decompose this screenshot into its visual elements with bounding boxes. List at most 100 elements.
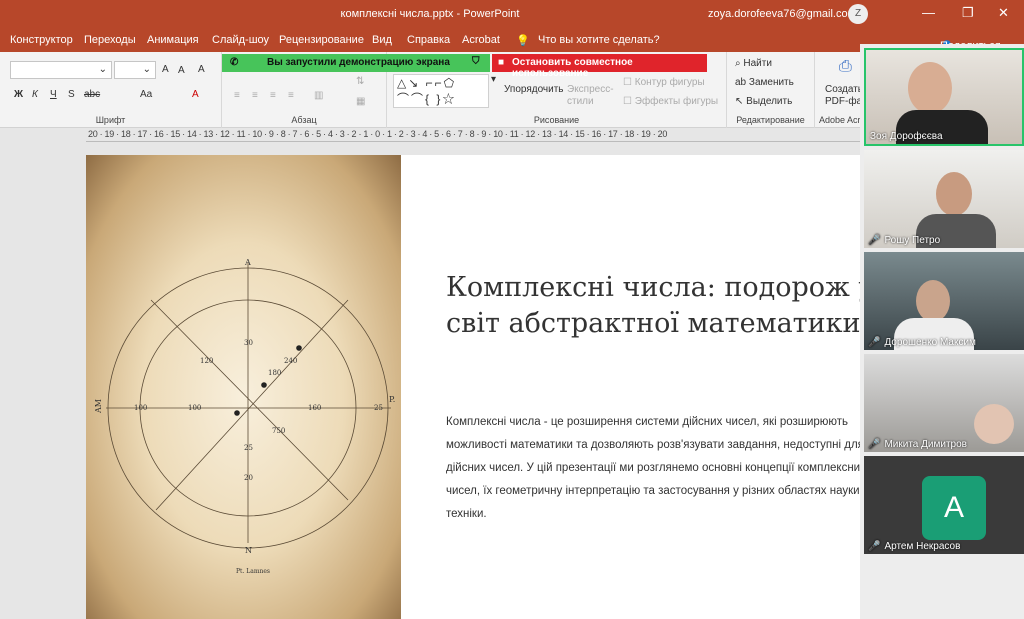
phone-icon: ✆ <box>230 57 239 68</box>
minimize-button[interactable]: — <box>922 5 935 20</box>
label-100-mid: 100 <box>188 404 201 412</box>
participant-name: 🎤 Артем Некрасов <box>868 541 961 552</box>
tell-me-search[interactable]: Что вы хотите сделать? <box>538 34 660 46</box>
pdf-icon[interactable]: ⎙ <box>839 58 852 76</box>
label-left: AM <box>94 399 103 414</box>
gallery-scroll-icon[interactable]: ▾ <box>491 74 496 85</box>
label-180: 180 <box>268 369 281 377</box>
diagonal-line-a <box>150 299 349 501</box>
shape-effects-button[interactable]: ☐ Эффекты фигуры <box>623 96 718 107</box>
align-left-icon[interactable]: ≡ <box>234 90 240 101</box>
slide-body[interactable]: Комплексні числа - це розширення системи… <box>446 411 901 526</box>
mic-muted-icon: 🎤 <box>868 541 881 552</box>
participant-avatar: A <box>922 476 986 540</box>
underline-button[interactable]: Ч <box>50 89 57 100</box>
slide-title[interactable]: Комплексні числа: подорож у світ абстрак… <box>446 270 925 342</box>
effects-icon: ☐ <box>623 96 635 107</box>
create-pdf-label: PDF-фа <box>825 96 863 107</box>
stop-sharing-label: Остановить совместное использование <box>512 57 633 79</box>
label-100-left: 100 <box>134 404 147 412</box>
participant-tile[interactable]: 🎤 Рошу Петро <box>864 150 1024 248</box>
slide-canvas[interactable]: A N AM P. 30 120 240 180 100 100 160 25 … <box>86 155 925 619</box>
editing-group-label: Редактирование <box>736 115 805 125</box>
tab-review[interactable]: Рецензирование <box>279 34 364 46</box>
arrange-button[interactable]: Упорядочить <box>504 84 564 95</box>
quick-styles-button[interactable]: Экспресс- стили <box>567 84 614 108</box>
replace-icon: ab <box>735 77 749 88</box>
editing-group: ⌕ Найти ab Заменить ↖ Выделить Редактиро… <box>727 52 815 128</box>
justify-icon[interactable]: ≡ <box>288 90 294 101</box>
mic-muted-icon: 🎤 <box>868 439 881 450</box>
close-button[interactable]: ✕ <box>998 5 1009 21</box>
change-case-button[interactable]: Aa <box>140 89 152 100</box>
video-call-panel: Зоя Дорофєєва 🎤 Рошу Петро 🎤 Дорошенко Мак… <box>860 44 1024 619</box>
font-size-select[interactable]: ⌄ <box>114 61 156 79</box>
replace-button[interactable]: ab Заменить <box>735 77 794 88</box>
participant-tile[interactable]: 🎤 Микита Димитров <box>864 354 1024 452</box>
tab-transitions[interactable]: Переходы <box>84 34 136 46</box>
lightbulb-icon: 💡 <box>516 35 530 47</box>
font-group-label: Шрифт <box>95 115 126 125</box>
tab-slideshow[interactable]: Слайд-шоу <box>212 34 269 46</box>
grow-font-button[interactable]: A <box>162 64 169 75</box>
font-family-select[interactable]: ⌄ <box>10 61 112 79</box>
tab-acrobat[interactable]: Acrobat <box>462 34 500 46</box>
smartart-icon[interactable]: ▦ <box>356 96 365 107</box>
shrink-font-button[interactable]: A <box>178 65 185 76</box>
account-avatar[interactable]: Z <box>848 4 868 24</box>
find-button[interactable]: ⌕ Найти <box>735 58 772 69</box>
restore-button[interactable]: ❐ <box>962 5 974 21</box>
slide-image[interactable]: A N AM P. 30 120 240 180 100 100 160 25 … <box>86 155 401 619</box>
account-email[interactable]: zoya.dorofeeva76@gmail.com <box>708 8 857 20</box>
participant-tile[interactable]: 🎤 Дорошенко Максим <box>864 252 1024 350</box>
tab-view[interactable]: Вид <box>372 34 392 46</box>
cursor-icon: ↖ <box>735 96 747 107</box>
horizontal-ruler[interactable]: 20 · 19 · 18 · 17 · 16 · 15 · 14 · 13 · … <box>86 128 862 142</box>
acrobat-group: ⎙ Создать PDF-фа Adobe Acr <box>815 52 863 128</box>
tab-help[interactable]: Справка <box>407 34 450 46</box>
point-a <box>234 410 240 416</box>
screen-share-text: Вы запустили демонстрацию экрана <box>267 57 450 68</box>
bold-button[interactable]: Ж <box>14 89 23 100</box>
clear-format-button[interactable]: A <box>198 64 205 75</box>
align-right-icon[interactable]: ≡ <box>270 90 276 101</box>
participant-video <box>908 62 952 114</box>
mic-muted-icon: 🎤 <box>868 235 881 246</box>
italic-button[interactable]: К <box>32 89 38 100</box>
shield-icon: ⛉ <box>472 56 480 67</box>
font-color-button[interactable]: A <box>192 89 199 100</box>
ruler-scale: 20 · 19 · 18 · 17 · 16 · 15 · 14 · 13 · … <box>86 128 862 142</box>
align-center-icon[interactable]: ≡ <box>252 90 258 101</box>
tab-animations[interactable]: Анимация <box>147 34 199 46</box>
label-750: 750 <box>272 427 285 435</box>
shadow-button[interactable]: S <box>68 89 75 100</box>
label-160: 160 <box>308 404 321 412</box>
tab-design[interactable]: Конструктор <box>10 34 73 46</box>
label-30: 30 <box>244 339 253 347</box>
participant-tile[interactable]: A 🎤 Артем Некрасов <box>864 456 1024 554</box>
point-b <box>261 382 267 388</box>
label-20: 20 <box>244 474 253 482</box>
label-240: 240 <box>284 357 297 365</box>
select-button[interactable]: ↖ Выделить <box>735 96 792 107</box>
create-pdf-button[interactable]: Создать <box>825 84 863 95</box>
chevron-down-icon: ⌄ <box>98 64 107 75</box>
participant-name: 🎤 Дорошенко Максим <box>868 337 976 348</box>
point-c <box>296 345 302 351</box>
stop-icon: ■ <box>498 57 505 68</box>
polar-diagram: A N AM P. 30 120 240 180 100 100 160 25 … <box>94 258 395 575</box>
diagram-caption: Pt. Lamnes <box>236 568 270 575</box>
drawing-group-label: Рисование <box>533 115 580 125</box>
strikethrough-button[interactable]: abc <box>84 89 100 100</box>
participant-tile[interactable]: Зоя Дорофєєва <box>864 48 1024 146</box>
label-right: P. <box>389 395 395 404</box>
title-bar: комплексні числа.pptx - PowerPoint zoya.… <box>0 0 1024 28</box>
stop-sharing-button[interactable]: ■ Остановить совместное использование <box>492 54 707 79</box>
columns-icon[interactable]: ▥ <box>314 90 323 101</box>
label-top: A <box>244 258 251 267</box>
shapes-gallery[interactable]: △↘ ⌐⌐⬠ ⌒⌒{ }☆ <box>393 74 489 108</box>
label-120: 120 <box>200 357 213 365</box>
chevron-down-icon: ⌄ <box>142 64 151 75</box>
text-direction-icon[interactable]: ⇅ <box>356 76 364 87</box>
label-25-right: 25 <box>374 404 383 412</box>
